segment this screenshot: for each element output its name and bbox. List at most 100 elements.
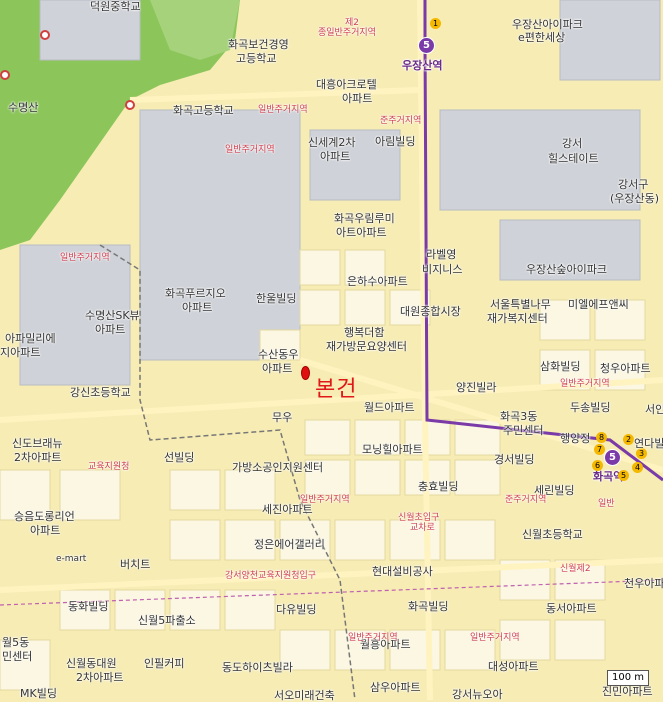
place-label[interactable]: 덕원중학교	[90, 0, 141, 13]
place-label[interactable]: 대흥아크로텔	[316, 78, 377, 91]
place-label[interactable]: 인필커피	[144, 657, 184, 670]
zone-label: 교육지원청	[88, 462, 130, 472]
exit-number: 1	[430, 18, 441, 29]
place-label[interactable]: 연다빌	[634, 437, 663, 450]
place-label[interactable]: 민센터	[2, 650, 32, 663]
place-label[interactable]: 강신초등학교	[70, 386, 131, 399]
place-label[interactable]: 서울특별나무	[490, 298, 551, 311]
station-badge-ujangsan[interactable]: 5	[418, 37, 435, 54]
zone-label: 일반주거지역	[348, 633, 398, 643]
place-label[interactable]: 행복더함	[344, 326, 384, 339]
place-label[interactable]: 신도브래뉴	[12, 437, 63, 450]
place-label[interactable]: 2차아파트	[76, 671, 123, 684]
place-label[interactable]: 버치트	[120, 558, 150, 571]
place-label[interactable]: 수명산SK뷰	[85, 309, 140, 322]
place-label[interactable]: 재가방문요양센터	[326, 340, 407, 353]
place-label[interactable]: 아파트	[342, 92, 372, 105]
place-label[interactable]: 지아파트	[0, 346, 40, 359]
place-label[interactable]: e-mart	[56, 553, 86, 566]
station-badge-hwagok[interactable]: 5	[604, 449, 621, 466]
place-label[interactable]: 아파트	[182, 301, 212, 314]
place-label[interactable]: 충효빌딩	[418, 480, 458, 493]
zone-label: 일반주거지역	[470, 633, 520, 643]
exit-number: 2	[623, 434, 634, 445]
place-label[interactable]: 모닝힐아파트	[362, 443, 423, 456]
place-label[interactable]: MK빌딩	[20, 687, 57, 700]
place-label[interactable]: 월5동	[2, 636, 29, 649]
place-label[interactable]: 아파트	[95, 323, 125, 336]
place-label[interactable]: 진민아파트	[602, 685, 653, 698]
place-label[interactable]: 청우아파트	[600, 362, 651, 375]
place-label[interactable]: 강서	[562, 137, 582, 150]
place-label[interactable]: 신월초등학교	[522, 528, 583, 541]
place-label[interactable]: 아파트	[30, 524, 60, 537]
place-label[interactable]: 삼화빌딩	[540, 360, 580, 373]
place-label[interactable]: (우장산동)	[610, 192, 659, 205]
place-label[interactable]: 아트아파트	[336, 226, 387, 239]
place-label[interactable]: 가방소공인지원센터	[232, 461, 323, 474]
place-label[interactable]: 천우아파트	[624, 577, 663, 590]
zone-label: 신월제2	[560, 564, 591, 574]
place-label[interactable]: 대성아파트	[488, 660, 539, 673]
place-label[interactable]: 행양정	[560, 432, 590, 445]
place-label[interactable]: 대원종합시장	[400, 305, 461, 318]
place-label[interactable]: 수산동우	[258, 348, 298, 361]
place-label[interactable]: 동서아파트	[546, 602, 597, 615]
place-label[interactable]: 정은에어갤러리	[254, 538, 325, 551]
place-label[interactable]: 현대설비공사	[372, 565, 433, 578]
place-label[interactable]: 화곡보건경영	[228, 38, 289, 51]
place-label[interactable]: 화곡우림루미	[334, 212, 395, 225]
zone-label: 일반주거지역	[225, 145, 275, 155]
place-label[interactable]: 서인	[645, 403, 663, 416]
zone-label: 일반주거지역	[60, 253, 110, 263]
place-label[interactable]: 강서뉴오아	[452, 688, 503, 701]
place-label[interactable]: 2차아파트	[14, 451, 61, 464]
place-label[interactable]: 신월동대원	[66, 657, 117, 670]
place-label[interactable]: 수명산	[8, 101, 38, 114]
place-label[interactable]: 승음도롱리언	[14, 510, 75, 523]
place-label[interactable]: 동도하이츠빌라	[222, 661, 293, 674]
place-label[interactable]: 동화빌딩	[68, 600, 108, 613]
place-label[interactable]: 아파트	[262, 362, 292, 375]
property-marker[interactable]	[301, 366, 310, 380]
place-label[interactable]: 미엘에프앤씨	[568, 298, 629, 311]
place-label[interactable]: 화곡푸르지오	[165, 287, 226, 300]
place-label[interactable]: 은하수아파트	[347, 275, 408, 288]
place-label[interactable]: e편한세상	[518, 31, 565, 44]
place-label[interactable]: 고등학교	[236, 52, 276, 65]
place-label[interactable]: 신월5파출소	[138, 614, 196, 627]
zone-label: 일반	[598, 499, 615, 509]
place-label[interactable]: 다유빌딩	[276, 603, 316, 616]
property-highlight-label[interactable]: 본건	[315, 378, 357, 402]
place-label[interactable]: 우장산아이파크	[512, 18, 583, 31]
place-label[interactable]: 신세계2차	[308, 136, 355, 149]
place-label[interactable]: 아림빌딩	[375, 135, 415, 148]
place-label[interactable]: 무우	[272, 411, 292, 424]
place-label[interactable]: 선빌딩	[164, 451, 194, 464]
place-label[interactable]: 월드아파트	[364, 401, 415, 414]
place-label[interactable]: 화곡고등학교	[173, 104, 234, 117]
exit-number: 8	[596, 432, 607, 443]
place-label[interactable]: 삼우아파트	[370, 681, 421, 694]
place-label[interactable]: 화곡3동	[500, 410, 537, 423]
place-label[interactable]: 힐스테이트	[548, 152, 599, 165]
station-label-ujangsan[interactable]: 우장산역	[402, 59, 442, 72]
place-label[interactable]: 주민센터	[503, 424, 543, 437]
exit-number: 4	[632, 462, 643, 473]
place-label[interactable]: 아파트	[320, 150, 350, 163]
place-label[interactable]: 라벨영	[426, 248, 456, 261]
place-label[interactable]: 강서구	[618, 178, 648, 191]
place-label[interactable]: 아파밀리에	[5, 332, 56, 345]
exit-number: 5	[618, 470, 629, 481]
zone-label: 일반주거지역	[258, 105, 308, 115]
place-label[interactable]: 두송빌딩	[570, 401, 610, 414]
place-label[interactable]: 서오미래건축	[274, 689, 335, 702]
zone-label: 일반주거지역	[300, 495, 350, 505]
place-label[interactable]: 경서빌딩	[494, 453, 534, 466]
place-label[interactable]: 화곡빌딩	[408, 600, 448, 613]
place-label[interactable]: 비지니스	[422, 263, 462, 276]
place-label[interactable]: 한울빌딩	[256, 292, 296, 305]
place-label[interactable]: 재가복지센터	[487, 312, 548, 325]
place-label[interactable]: 우장산숲아이파크	[526, 263, 607, 276]
place-label[interactable]: 양진빌라	[456, 381, 496, 394]
